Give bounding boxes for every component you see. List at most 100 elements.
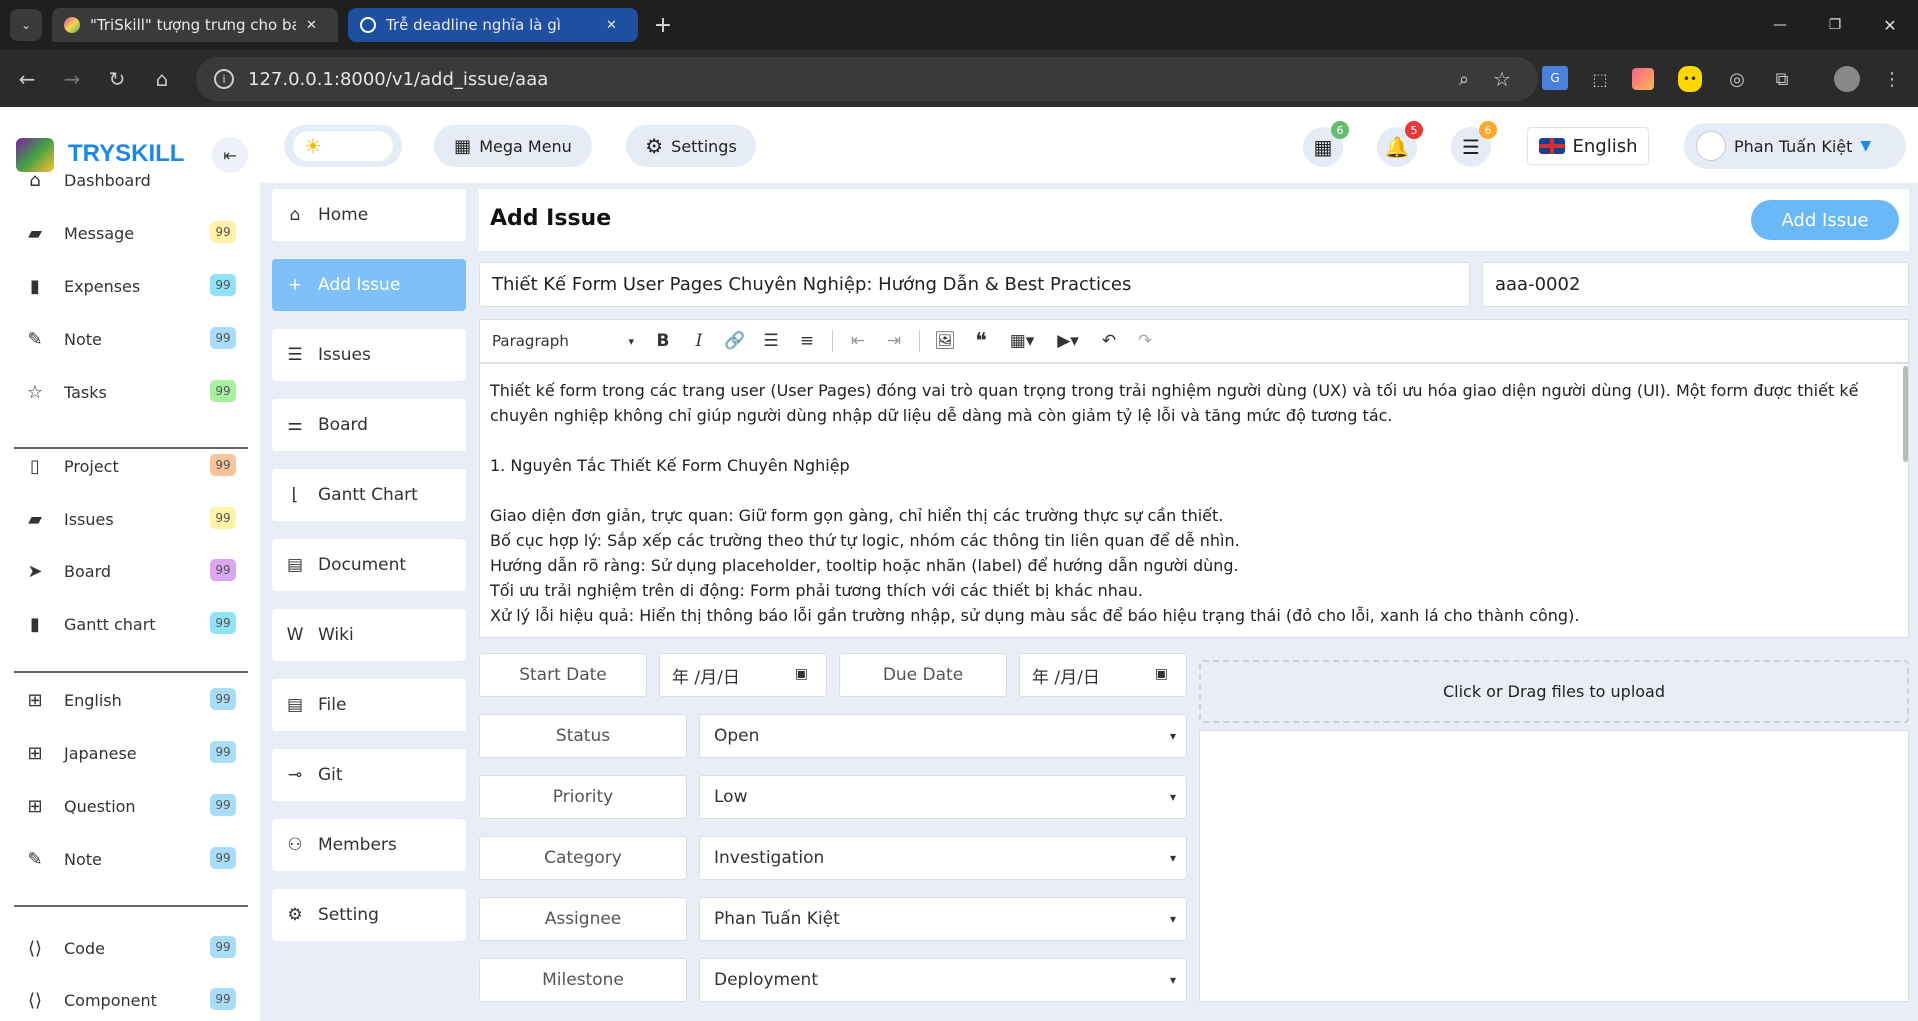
zoom-icon[interactable]: ⌕ bbox=[1448, 63, 1480, 95]
mega-menu-button[interactable]: ▦ Mega Menu bbox=[434, 125, 592, 167]
window-close-button[interactable]: ✕ bbox=[1870, 10, 1910, 40]
nav-board[interactable]: ⚌ Board bbox=[272, 399, 466, 451]
status-select[interactable]: Open ▾ bbox=[699, 714, 1187, 758]
assignee-select[interactable]: Phan Tuấn Kiệt ▾ bbox=[699, 897, 1187, 941]
nav-setting[interactable]: ⚙ Setting bbox=[272, 889, 466, 941]
toolbar-divider bbox=[919, 330, 920, 352]
tab-search-button[interactable]: ⌄ bbox=[10, 9, 42, 41]
tab-deadline[interactable]: Trễ deadline nghĩa là gì ✕ bbox=[348, 8, 638, 42]
nav-file[interactable]: ▤ File bbox=[272, 679, 466, 731]
numbered-list-icon[interactable]: ≡ bbox=[792, 326, 822, 356]
category-select[interactable]: Investigation ▾ bbox=[699, 836, 1187, 880]
theme-toggle[interactable]: ☀ bbox=[284, 125, 402, 167]
notifications-button[interactable]: 🔔 5 bbox=[1377, 121, 1423, 167]
due-date-input[interactable]: 年 /月/日 ▣ bbox=[1019, 653, 1187, 697]
quote-icon[interactable]: ❝ bbox=[966, 326, 996, 356]
priority-select[interactable]: Low ▾ bbox=[699, 775, 1187, 819]
sidebar-item-message[interactable]: ▰ Message 99 bbox=[0, 207, 260, 259]
nav-members[interactable]: ⚇ Members bbox=[272, 819, 466, 871]
minimize-button[interactable]: — bbox=[1760, 10, 1800, 40]
back-arrow-icon[interactable]: ← bbox=[10, 62, 44, 96]
milestone-select[interactable]: Deployment ▾ bbox=[699, 958, 1187, 1002]
sidebar-item-component[interactable]: ⟨⟩ Component 99 bbox=[0, 974, 260, 1021]
new-tab-button[interactable]: + bbox=[650, 12, 676, 38]
nav-issues[interactable]: ☰ Issues bbox=[272, 329, 466, 381]
media-embed-icon[interactable]: ▶▾ bbox=[1048, 326, 1088, 356]
undo-icon[interactable]: ↶ bbox=[1094, 326, 1124, 356]
sidebar-item-japanese[interactable]: ⊞ Japanese 99 bbox=[0, 727, 260, 779]
sidebar-item-board[interactable]: ➤ Board 99 bbox=[0, 545, 260, 597]
outdent-icon[interactable]: ⇤ bbox=[843, 326, 873, 356]
sidebar-item-dashboard[interactable]: ⌂ Dashboard bbox=[0, 154, 260, 206]
sidebar-item-issues[interactable]: ▰ Issues 99 bbox=[0, 493, 260, 545]
translate-extension-icon[interactable]: G bbox=[1542, 66, 1568, 90]
sidebar-item-note[interactable]: ✎ Note 99 bbox=[0, 833, 260, 885]
editor-line: Thiết kế form trong các trang user (User… bbox=[490, 381, 1859, 400]
language-selector[interactable]: English bbox=[1527, 127, 1649, 165]
bulleted-list-icon[interactable]: ☰ bbox=[756, 326, 786, 356]
nav-add-issue[interactable]: + Add Issue bbox=[272, 259, 466, 311]
add-issue-submit-button[interactable]: Add Issue bbox=[1751, 200, 1899, 240]
bold-icon[interactable]: B bbox=[648, 326, 678, 356]
calendar-icon[interactable]: ▣ bbox=[795, 666, 808, 682]
tab-triskill[interactable]: "TriSkill" tượng trưng cho ba kỹ ✕ bbox=[52, 8, 338, 42]
restore-button[interactable]: ❐ bbox=[1815, 10, 1855, 40]
link-icon[interactable]: 🔗 bbox=[720, 326, 750, 356]
bookmark-star-icon[interactable]: ☆ bbox=[1486, 63, 1518, 95]
tab-title: "TriSkill" tượng trưng cho ba kỹ bbox=[90, 16, 296, 34]
users-icon: ⚇ bbox=[287, 835, 303, 855]
user-menu[interactable]: Phan Tuấn Kiệt ▼ bbox=[1684, 123, 1906, 169]
ghost-extension-icon[interactable]: •• bbox=[1678, 66, 1702, 92]
tasks-button[interactable]: ☰ 6 bbox=[1451, 121, 1497, 167]
page-header: Add Issue Add Issue bbox=[479, 189, 1909, 251]
color-extension-icon[interactable] bbox=[1632, 68, 1654, 90]
nav-label: Home bbox=[318, 205, 369, 225]
apps-button[interactable]: ▦ 6 bbox=[1303, 121, 1349, 167]
redo-icon[interactable]: ↷ bbox=[1130, 326, 1160, 356]
nav-label: Git bbox=[318, 765, 343, 785]
editor-scrollbar[interactable] bbox=[1903, 366, 1908, 462]
nav-home[interactable]: ⌂ Home bbox=[272, 189, 466, 241]
issue-key-input[interactable]: aaa-0002 bbox=[1482, 262, 1909, 307]
sidebar-item-tasks[interactable]: ☆ Tasks 99 bbox=[0, 366, 260, 418]
sidebar-item-question[interactable]: ⊞ Question 99 bbox=[0, 780, 260, 832]
extensions-puzzle-icon[interactable]: ⧉ bbox=[1765, 62, 1799, 96]
home-browser-icon[interactable]: ⌂ bbox=[145, 62, 179, 96]
indent-icon[interactable]: ⇥ bbox=[879, 326, 909, 356]
compass-extension-icon[interactable]: ◎ bbox=[1720, 62, 1754, 96]
count-badge: 99 bbox=[210, 221, 236, 243]
address-bar[interactable]: i 127.0.0.1:8000/v1/add_issue/aaa ⌕ ☆ bbox=[196, 57, 1538, 101]
browser-menu-icon[interactable]: ⋮ bbox=[1875, 62, 1909, 96]
nav-document[interactable]: ▤ Document bbox=[272, 539, 466, 591]
nav-git[interactable]: ⊸ Git bbox=[272, 749, 466, 801]
italic-icon[interactable]: I bbox=[684, 326, 714, 356]
profile-avatar-icon[interactable] bbox=[1834, 66, 1860, 92]
site-info-icon[interactable]: i bbox=[214, 69, 234, 89]
file-upload-dropzone[interactable]: Click or Drag files to upload bbox=[1199, 660, 1909, 723]
nav-wiki[interactable]: W Wiki bbox=[272, 609, 466, 661]
sidebar-item-gantt-chart[interactable]: ▮ Gantt chart 99 bbox=[0, 598, 260, 650]
paragraph-style-select[interactable]: Paragraph ▾ bbox=[492, 326, 642, 356]
nav-gantt-chart[interactable]: ⌊ Gantt Chart bbox=[272, 469, 466, 521]
calendar-icon[interactable]: ▣ bbox=[1155, 666, 1168, 682]
document-icon: ▤ bbox=[286, 555, 304, 575]
table-insert-icon[interactable]: ▦▾ bbox=[1002, 326, 1042, 356]
reload-icon[interactable]: ↻ bbox=[100, 62, 134, 96]
start-date-input[interactable]: 年 /月/日 ▣ bbox=[659, 653, 827, 697]
issue-description-editor[interactable]: Thiết kế form trong các trang user (User… bbox=[479, 363, 1909, 638]
chevron-down-icon: ▾ bbox=[1169, 912, 1176, 926]
settings-button[interactable]: ⚙ Settings bbox=[626, 125, 756, 167]
sidebar-item-code[interactable]: ⟨⟩ Code 99 bbox=[0, 922, 260, 974]
issue-title-input[interactable]: Thiết Kế Form User Pages Chuyên Nghiệp: … bbox=[479, 262, 1470, 307]
grid-icon: ▦ bbox=[454, 135, 472, 157]
image-icon[interactable]: 🖼 bbox=[930, 326, 960, 356]
sidebar-item-expenses[interactable]: ▮ Expenses 99 bbox=[0, 260, 260, 312]
forward-arrow-icon[interactable]: → bbox=[55, 62, 89, 96]
sidebar-item-english[interactable]: ⊞ English 99 bbox=[0, 674, 260, 726]
screenshot-extension-icon[interactable]: ⬚ bbox=[1583, 62, 1617, 96]
category-label: Category bbox=[479, 836, 687, 880]
sidebar-item-note[interactable]: ✎ Note 99 bbox=[0, 313, 260, 365]
tab-close-icon[interactable]: ✕ bbox=[606, 18, 617, 33]
tab-close-icon[interactable]: ✕ bbox=[306, 18, 317, 33]
plus-square-icon: ⊞ bbox=[27, 742, 43, 764]
